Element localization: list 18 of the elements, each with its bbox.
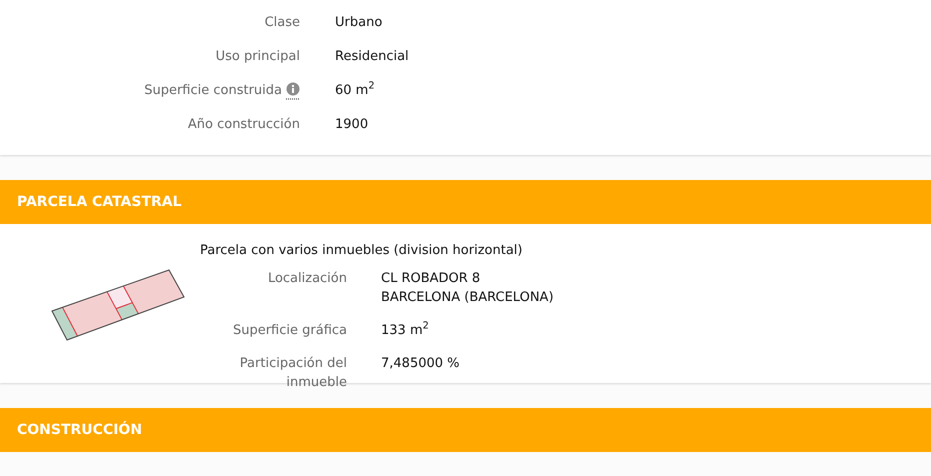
parcel-description: Parcela con varios inmuebles (division horizontal) [200, 242, 524, 260]
field-label: Localización [266, 270, 347, 288]
field-value: Residencial [335, 48, 409, 64]
field-label: Superficie gráfica [232, 322, 347, 340]
field-value: Urbano [335, 14, 382, 30]
section-header: CONSTRUCCIÓN [0, 408, 931, 452]
field-value: 60 m$^{2}$ [335, 82, 375, 98]
field-label: Clase [264, 14, 300, 30]
field-label: Superficie construida [144, 82, 282, 98]
info-icon[interactable] [286, 82, 300, 100]
field-label: Participación del inmueble [238, 355, 347, 392]
field-value: CL ROBADOR 8 BARCELONA (BARCELONA) [381, 270, 554, 307]
field-value: 1900 [335, 116, 368, 132]
section-header: PARCELA CATASTRAL [0, 180, 931, 224]
field-value: 7,485000 % [381, 355, 461, 373]
field-value: 133 m$^{2}$ [381, 321, 430, 340]
field-label: Año construcción [188, 116, 300, 132]
field-label: Uso principal [216, 48, 300, 64]
